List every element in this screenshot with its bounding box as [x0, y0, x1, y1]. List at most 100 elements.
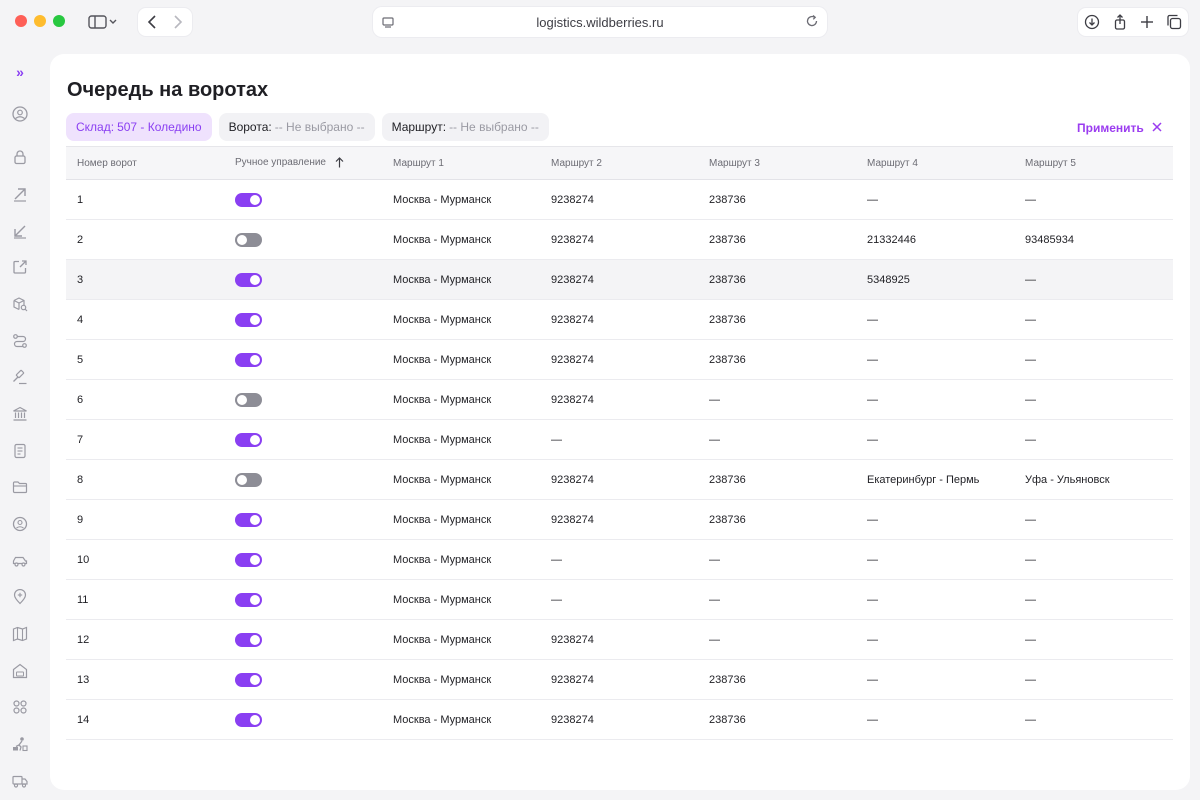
back-button[interactable]: [140, 10, 164, 34]
manual-control-toggle[interactable]: [235, 192, 262, 207]
sort-ascending-icon[interactable]: [335, 157, 344, 168]
arrow-up-right-icon[interactable]: [10, 184, 30, 204]
warehouse-icon[interactable]: [10, 661, 30, 681]
table-row[interactable]: 12 Москва - Мурманск 9238274 — — —: [66, 620, 1173, 660]
route-5-cell: —: [1025, 393, 1036, 406]
table-row[interactable]: 4 Москва - Мурманск 9238274 238736 — —: [66, 300, 1173, 340]
route-1-cell: Москва - Мурманск: [393, 513, 492, 526]
toggle-knob: [250, 434, 260, 445]
grid-icon[interactable]: [10, 697, 30, 717]
toggle-knob: [250, 714, 260, 725]
route-4-cell: —: [867, 353, 878, 366]
route-filter-label: Маршрут:: [391, 120, 447, 134]
download-icon[interactable]: [1084, 14, 1100, 30]
route-5-cell: —: [1025, 193, 1036, 206]
worker-icon[interactable]: [10, 734, 30, 754]
toggle-knob: [250, 634, 260, 645]
reload-icon[interactable]: [805, 14, 819, 28]
column-header-manual-control[interactable]: Ручное управление: [224, 157, 382, 169]
external-link-icon[interactable]: [10, 257, 30, 277]
route-2-cell: 9238274: [551, 273, 594, 286]
folder-icon[interactable]: [10, 477, 30, 497]
manual-control-toggle[interactable]: [235, 672, 262, 687]
document-icon[interactable]: [10, 441, 30, 461]
table-row[interactable]: 11 Москва - Мурманск — — — —: [66, 580, 1173, 620]
clear-filters-button[interactable]: [1151, 120, 1163, 138]
user-circle-icon[interactable]: [10, 104, 30, 124]
expand-icon[interactable]: »: [10, 62, 30, 82]
route-5-cell: —: [1025, 673, 1036, 686]
zoom-window-button[interactable]: [53, 15, 65, 27]
face-icon[interactable]: [10, 514, 30, 534]
route-filter-chip[interactable]: Маршрут: -- Не выбрано --: [381, 113, 549, 141]
table-row[interactable]: 13 Москва - Мурманск 9238274 238736 — —: [66, 660, 1173, 700]
route-1-cell: Москва - Мурманск: [393, 193, 492, 206]
column-header-route-1[interactable]: Маршрут 1: [382, 158, 540, 169]
gate-number-cell: 2: [77, 233, 84, 246]
warehouse-filter-chip[interactable]: Склад: 507 - Коледино: [66, 113, 212, 141]
column-header-route-4[interactable]: Маршрут 4: [856, 158, 1014, 169]
manual-control-toggle[interactable]: [235, 712, 262, 727]
manual-control-toggle[interactable]: [235, 432, 262, 447]
manual-control-toggle[interactable]: [235, 512, 262, 527]
gates-filter-value: -- Не выбрано --: [274, 120, 365, 134]
new-tab-icon[interactable]: [1140, 15, 1154, 29]
column-header-gate-number[interactable]: Номер ворот: [66, 158, 224, 169]
table-row[interactable]: 9 Москва - Мурманск 9238274 238736 — —: [66, 500, 1173, 540]
manual-control-toggle[interactable]: [235, 272, 262, 287]
table-row[interactable]: 8 Москва - Мурманск 9238274 238736 Екате…: [66, 460, 1173, 500]
sidebar-toggle-button[interactable]: [84, 10, 122, 34]
arrow-down-left-icon[interactable]: [10, 221, 30, 241]
map-icon[interactable]: [10, 624, 30, 644]
route-4-cell: 21332446: [867, 233, 916, 246]
forward-button[interactable]: [166, 10, 190, 34]
browser-toolbar: logistics.wildberries.ru: [0, 0, 1200, 44]
manual-control-toggle[interactable]: [235, 472, 262, 487]
minimize-window-button[interactable]: [34, 15, 46, 27]
table-row[interactable]: 2 Москва - Мурманск 9238274 238736 21332…: [66, 220, 1173, 260]
toggle-knob: [250, 194, 260, 205]
route-4-cell: —: [867, 433, 878, 446]
column-header-route-2[interactable]: Маршрут 2: [540, 158, 698, 169]
manual-control-toggle[interactable]: [235, 632, 262, 647]
table-row[interactable]: 7 Москва - Мурманск — — — —: [66, 420, 1173, 460]
gavel-icon[interactable]: [10, 367, 30, 387]
route-3-cell: 238736: [709, 233, 746, 246]
bank-icon[interactable]: [10, 404, 30, 424]
manual-control-cell: [224, 512, 382, 527]
table-row[interactable]: 3 Москва - Мурманск 9238274 238736 53489…: [66, 260, 1173, 300]
manual-control-toggle[interactable]: [235, 352, 262, 367]
package-search-icon[interactable]: [10, 294, 30, 314]
route-icon[interactable]: [10, 331, 30, 351]
column-header-route-5[interactable]: Маршрут 5: [1014, 158, 1172, 169]
lock-icon[interactable]: [10, 147, 30, 167]
location-pin-icon[interactable]: [10, 587, 30, 607]
route-4-cell: —: [867, 513, 878, 526]
share-icon[interactable]: [1112, 14, 1128, 30]
truck-icon[interactable]: [10, 771, 30, 791]
close-window-button[interactable]: [15, 15, 27, 27]
toggle-knob: [250, 674, 260, 685]
manual-control-toggle[interactable]: [235, 312, 262, 327]
manual-control-toggle[interactable]: [235, 592, 262, 607]
sidebar-icon: [88, 15, 117, 29]
route-5-cell: 93485934: [1025, 233, 1074, 246]
table-row[interactable]: 5 Москва - Мурманск 9238274 238736 — —: [66, 340, 1173, 380]
manual-control-cell: [224, 632, 382, 647]
table-row[interactable]: 1 Москва - Мурманск 9238274 238736 — —: [66, 180, 1173, 220]
table-row[interactable]: 10 Москва - Мурманск — — — —: [66, 540, 1173, 580]
tab-overview-icon[interactable]: [1166, 14, 1182, 30]
address-bar[interactable]: logistics.wildberries.ru: [373, 7, 827, 37]
manual-control-toggle[interactable]: [235, 392, 262, 407]
table-row[interactable]: 14 Москва - Мурманск 9238274 238736 — —: [66, 700, 1173, 740]
gate-number-cell: 1: [77, 193, 84, 206]
route-1-cell: Москва - Мурманск: [393, 233, 492, 246]
table-row[interactable]: 6 Москва - Мурманск 9238274 — — —: [66, 380, 1173, 420]
gates-filter-chip[interactable]: Ворота: -- Не выбрано --: [218, 113, 375, 141]
manual-control-toggle[interactable]: [235, 232, 262, 247]
apply-filters-button[interactable]: Применить: [1077, 121, 1144, 135]
column-header-route-3[interactable]: Маршрут 3: [698, 158, 856, 169]
manual-control-toggle[interactable]: [235, 552, 262, 567]
route-4-cell: —: [867, 593, 878, 606]
car-icon[interactable]: [10, 551, 30, 571]
